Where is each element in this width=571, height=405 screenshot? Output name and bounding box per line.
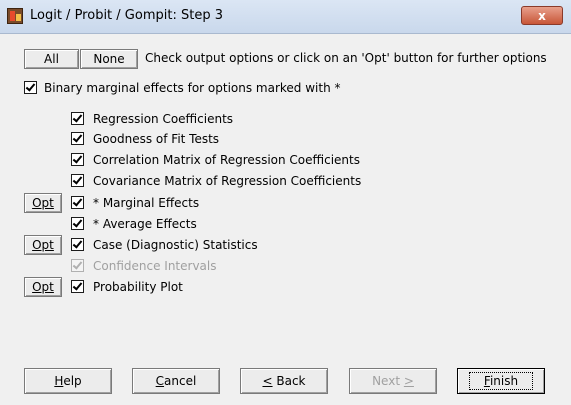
checkbox-icon	[71, 196, 84, 209]
option-label: Correlation Matrix of Regression Coeffic…	[93, 152, 360, 167]
option-confidence-intervals: Confidence Intervals	[71, 257, 217, 274]
option-marginal-effects[interactable]: * Marginal Effects	[71, 194, 199, 211]
option-probability-plot[interactable]: Probability Plot	[71, 278, 183, 295]
cancel-button[interactable]: Cancel	[132, 368, 220, 394]
cancel-button-label: Cancel	[155, 374, 197, 388]
checkbox-icon	[71, 132, 84, 145]
checkbox-icon	[71, 280, 84, 293]
all-button[interactable]: All	[24, 49, 79, 69]
finish-button-label: Finish	[468, 372, 534, 390]
close-icon: x	[538, 8, 546, 23]
option-label: Probability Plot	[93, 279, 183, 294]
checkbox-icon	[71, 259, 84, 272]
opt-button-label: Opt	[32, 280, 54, 294]
none-button[interactable]: None	[80, 49, 138, 69]
opt-button-label: Opt	[32, 196, 54, 210]
next-button: Next >	[349, 368, 437, 394]
checkbox-icon	[71, 112, 84, 125]
opt-button-marginal-effects[interactable]: Opt	[24, 193, 62, 213]
option-label: Confidence Intervals	[93, 258, 217, 273]
back-button[interactable]: < Back	[240, 368, 328, 394]
checkbox-icon	[24, 81, 37, 94]
back-button-label: < Back	[262, 374, 306, 388]
option-goodness-of-fit-tests[interactable]: Goodness of Fit Tests	[71, 130, 219, 147]
checkbox-icon	[71, 217, 84, 230]
option-covariance-matrix[interactable]: Covariance Matrix of Regression Coeffici…	[71, 172, 361, 189]
option-label: Covariance Matrix of Regression Coeffici…	[93, 173, 362, 188]
option-label: Case (Diagnostic) Statistics	[93, 237, 258, 252]
option-case-diagnostic-statistics[interactable]: Case (Diagnostic) Statistics	[71, 236, 258, 253]
binary-marginal-effects-checkbox[interactable]: Binary marginal effects for options mark…	[24, 79, 341, 96]
next-button-label: Next >	[372, 374, 414, 388]
close-button[interactable]: x	[521, 6, 563, 25]
opt-button-case-statistics[interactable]: Opt	[24, 235, 62, 255]
instruction-text: Check output options or click on an 'Opt…	[145, 51, 547, 65]
checkbox-icon	[71, 153, 84, 166]
none-button-label: None	[93, 52, 125, 66]
checkbox-icon	[71, 238, 84, 251]
help-button-label: Help	[54, 374, 82, 388]
binary-marginal-effects-label: Binary marginal effects for options mark…	[44, 80, 341, 95]
option-regression-coefficients[interactable]: Regression Coefficients	[71, 110, 233, 127]
option-label: Regression Coefficients	[93, 111, 234, 126]
opt-button-label: Opt	[32, 238, 54, 252]
option-label: * Average Effects	[93, 216, 197, 231]
option-correlation-matrix[interactable]: Correlation Matrix of Regression Coeffic…	[71, 151, 360, 168]
window-title: Logit / Probit / Gompit: Step 3	[30, 8, 223, 23]
all-button-label: All	[44, 52, 59, 66]
help-button[interactable]: Help	[24, 368, 112, 394]
opt-button-probability-plot[interactable]: Opt	[24, 277, 62, 297]
option-label: Goodness of Fit Tests	[93, 131, 220, 146]
checkbox-icon	[71, 174, 84, 187]
option-label: * Marginal Effects	[93, 195, 200, 210]
app-icon	[7, 8, 23, 24]
finish-button[interactable]: Finish	[457, 368, 545, 394]
option-average-effects[interactable]: * Average Effects	[71, 215, 197, 232]
title-bar: Logit / Probit / Gompit: Step 3 x	[0, 0, 571, 34]
